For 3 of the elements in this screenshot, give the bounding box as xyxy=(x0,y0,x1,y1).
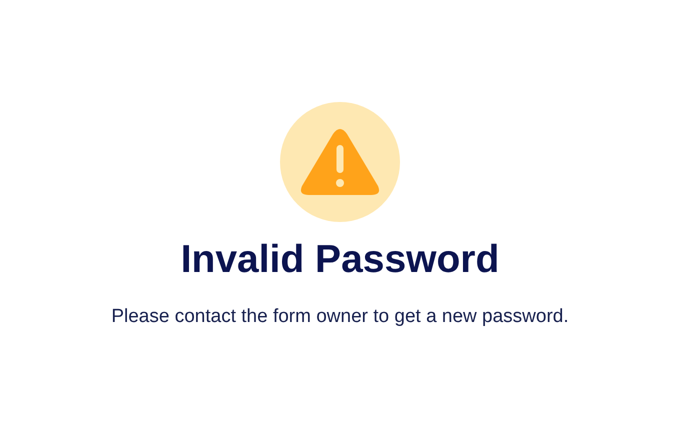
error-title: Invalid Password xyxy=(180,237,500,283)
warning-icon xyxy=(300,128,380,196)
error-message: Please contact the form owner to get a new password. xyxy=(111,304,569,329)
